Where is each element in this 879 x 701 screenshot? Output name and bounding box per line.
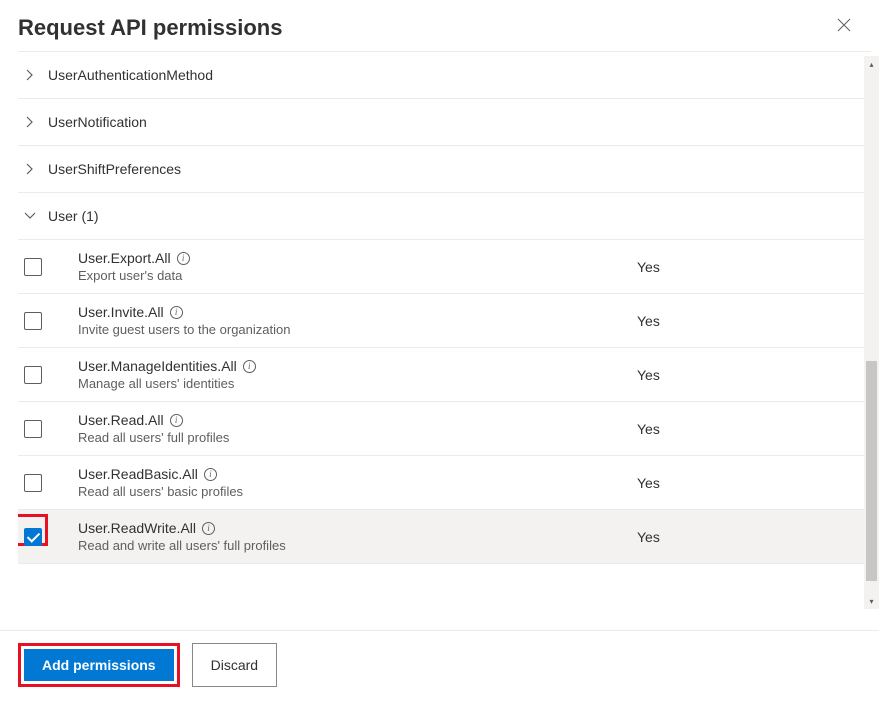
permissions-list: UserAuthenticationMethod UserNotificatio…: [18, 51, 871, 611]
content-area: UserAuthenticationMethod UserNotificatio…: [0, 51, 879, 611]
permission-checkbox[interactable]: [24, 528, 42, 546]
admin-consent-value: Yes: [637, 421, 867, 437]
highlight-annotation: Add permissions: [18, 643, 180, 687]
info-icon[interactable]: i: [202, 522, 215, 535]
permission-checkbox[interactable]: [24, 312, 42, 330]
admin-consent-value: Yes: [637, 367, 867, 383]
permission-text: User.ReadWrite.All i Read and write all u…: [64, 520, 637, 553]
group-usershiftpreferences[interactable]: UserShiftPreferences: [18, 146, 871, 193]
permission-row-selected[interactable]: User.ReadWrite.All i Read and write all u…: [18, 510, 871, 564]
scrollbar-thumb[interactable]: [866, 361, 877, 581]
chevron-right-icon: [22, 67, 38, 83]
permission-row[interactable]: User.Export.All i Export user's data Yes: [18, 240, 871, 294]
permission-row[interactable]: User.ManageIdentities.All i Manage all us…: [18, 348, 871, 402]
info-icon[interactable]: i: [170, 414, 183, 427]
admin-consent-value: Yes: [637, 529, 867, 545]
group-usernotification[interactable]: UserNotification: [18, 99, 871, 146]
scrollbar-track[interactable]: ▴ ▾: [864, 56, 879, 609]
permission-description: Invite guest users to the organization: [78, 322, 627, 337]
info-icon[interactable]: i: [177, 252, 190, 265]
scroll-up-arrow[interactable]: ▴: [864, 56, 879, 72]
group-user[interactable]: User (1): [18, 193, 871, 240]
footer-actions: Add permissions Discard: [0, 630, 879, 701]
discard-button[interactable]: Discard: [192, 643, 277, 687]
permission-checkbox[interactable]: [24, 258, 42, 276]
info-icon[interactable]: i: [204, 468, 217, 481]
info-icon[interactable]: i: [243, 360, 256, 373]
chevron-right-icon: [22, 114, 38, 130]
group-label: UserAuthenticationMethod: [48, 67, 213, 83]
group-label: UserShiftPreferences: [48, 161, 181, 177]
permission-name: User.Invite.All: [78, 304, 164, 320]
close-icon: [837, 18, 851, 32]
permission-row[interactable]: User.ReadBasic.All i Read all users' basi…: [18, 456, 871, 510]
permission-description: Read all users' basic profiles: [78, 484, 627, 499]
permission-name: User.ReadBasic.All: [78, 466, 198, 482]
permission-name: User.ReadWrite.All: [78, 520, 196, 536]
permission-row[interactable]: User.Read.All i Read all users' full prof…: [18, 402, 871, 456]
permission-name: User.Export.All: [78, 250, 171, 266]
permission-name: User.ManageIdentities.All: [78, 358, 237, 374]
close-button[interactable]: [829, 14, 859, 41]
scroll-down-arrow[interactable]: ▾: [864, 593, 879, 609]
page-title: Request API permissions: [18, 15, 282, 41]
permission-checkbox[interactable]: [24, 474, 42, 492]
group-userauthenticationmethod[interactable]: UserAuthenticationMethod: [18, 52, 871, 99]
admin-consent-value: Yes: [637, 313, 867, 329]
group-label: UserNotification: [48, 114, 147, 130]
permission-checkbox[interactable]: [24, 366, 42, 384]
permission-text: User.ReadBasic.All i Read all users' basi…: [64, 466, 637, 499]
permission-description: Export user's data: [78, 268, 627, 283]
chevron-right-icon: [22, 161, 38, 177]
permission-description: Read and write all users' full profiles: [78, 538, 627, 553]
group-label: User (1): [48, 208, 99, 224]
permission-text: User.Invite.All i Invite guest users to t…: [64, 304, 637, 337]
permission-description: Manage all users' identities: [78, 376, 627, 391]
permission-text: User.Export.All i Export user's data: [64, 250, 637, 283]
admin-consent-value: Yes: [637, 259, 867, 275]
admin-consent-value: Yes: [637, 475, 867, 491]
add-permissions-button[interactable]: Add permissions: [24, 649, 174, 681]
permission-checkbox[interactable]: [24, 420, 42, 438]
permission-name: User.Read.All: [78, 412, 164, 428]
permission-description: Read all users' full profiles: [78, 430, 627, 445]
permission-text: User.ManageIdentities.All i Manage all us…: [64, 358, 637, 391]
panel-header: Request API permissions: [0, 0, 879, 51]
chevron-down-icon: [22, 208, 38, 224]
permission-row[interactable]: User.Invite.All i Invite guest users to t…: [18, 294, 871, 348]
permission-text: User.Read.All i Read all users' full prof…: [64, 412, 637, 445]
info-icon[interactable]: i: [170, 306, 183, 319]
